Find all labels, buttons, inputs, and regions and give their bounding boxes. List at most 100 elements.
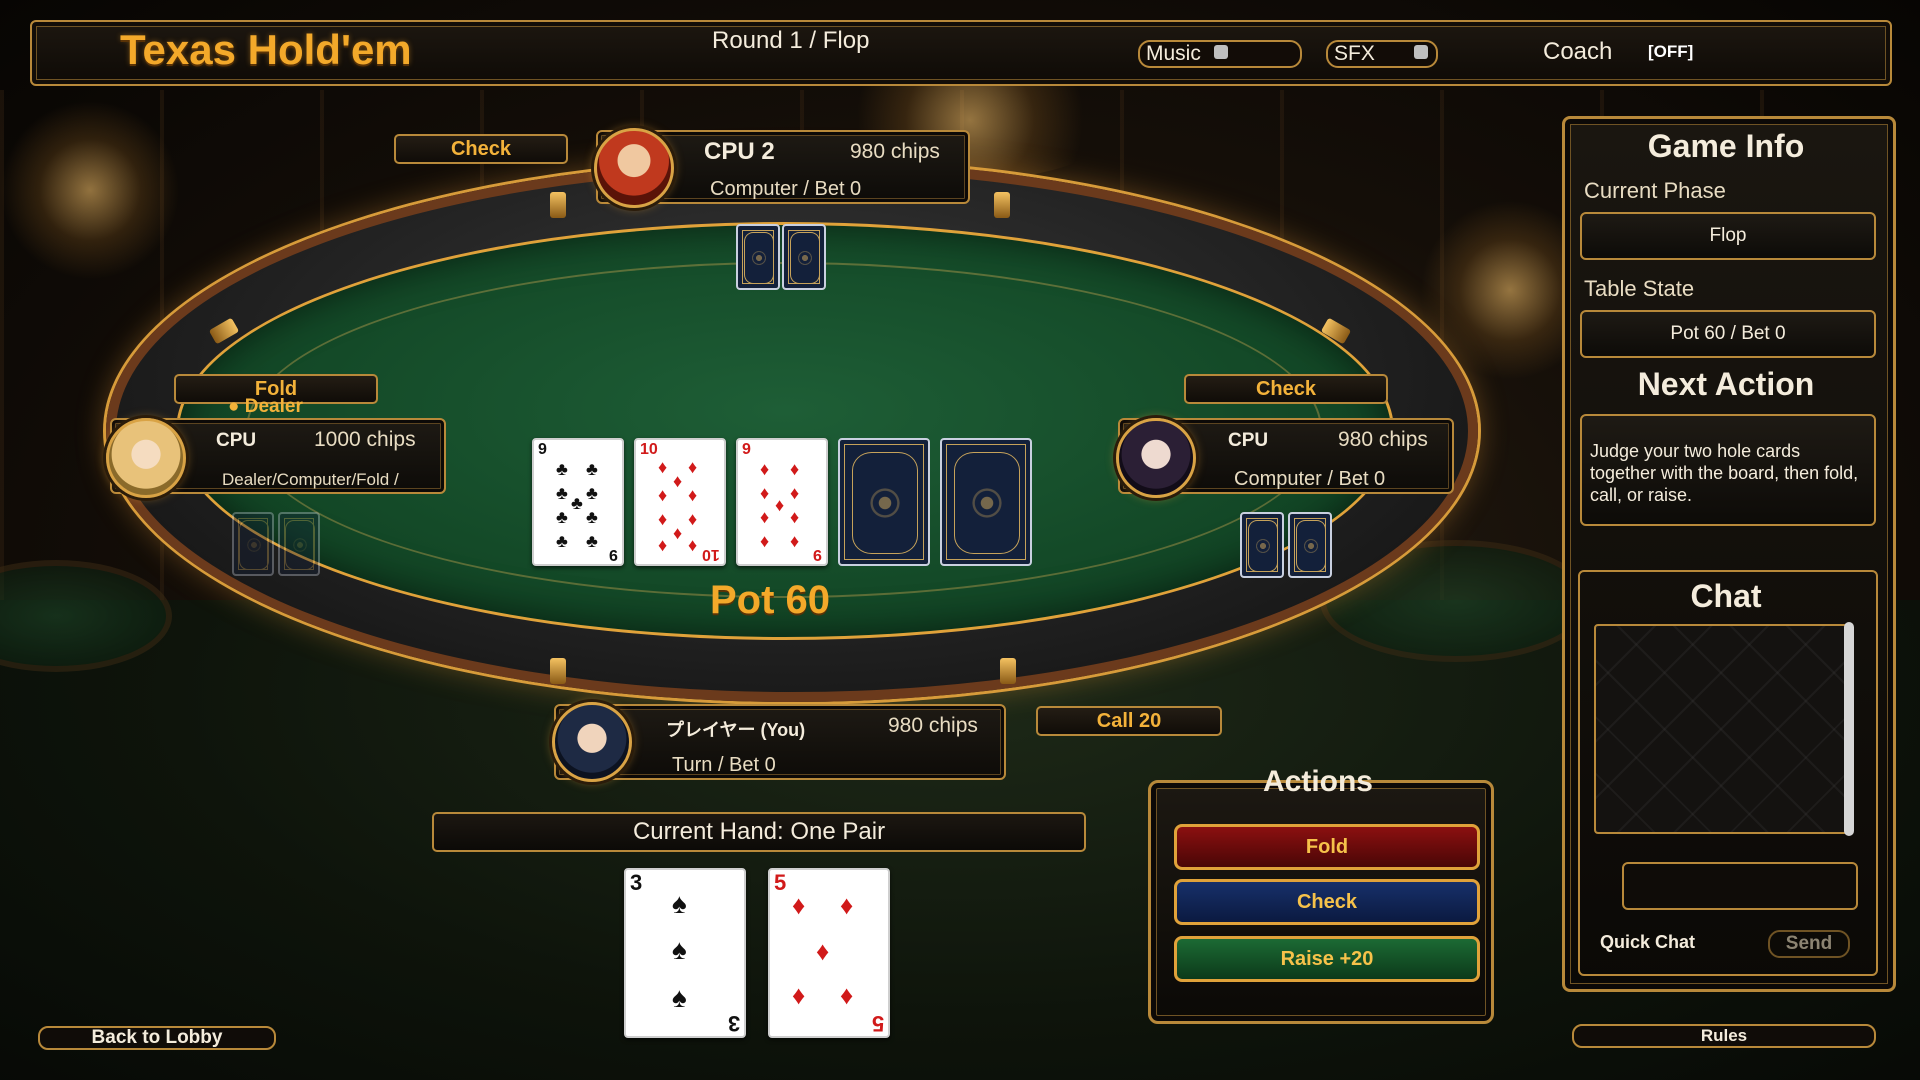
fold-button[interactable]: Fold xyxy=(1174,824,1480,870)
chat-input[interactable] xyxy=(1622,862,1858,910)
cpu2-hole-card xyxy=(782,224,826,290)
diamond-icon: ♦ xyxy=(790,507,800,527)
hole-card-2-rank-bottom: 5 xyxy=(871,1011,884,1036)
cpu-left-avatar xyxy=(106,418,186,498)
board-card-1: 9 9 ♣ ♣ ♣ ♣ ♣ ♣ ♣ ♣ ♣ xyxy=(532,438,624,566)
next-action-text: Judge your two hole cards together with … xyxy=(1590,441,1859,505)
hole-card-2-rank: 5 xyxy=(774,870,787,895)
player-chips: 980 chips xyxy=(888,714,978,737)
club-icon: ♣ xyxy=(556,507,568,527)
board-card-3: 9 9 ♦ ♦ ♦ ♦ ♦ ♦ ♦ ♦ ♦ xyxy=(736,438,828,566)
diamond-icon: ♦ xyxy=(760,531,770,551)
send-button[interactable]: Send xyxy=(1768,930,1850,958)
player-action-label: Call 20 xyxy=(1036,706,1222,736)
diamond-icon: ♦ xyxy=(673,523,683,543)
diamond-icon: ♦ xyxy=(658,509,668,529)
diamond-icon: ♦ xyxy=(760,459,770,479)
rules-button[interactable]: Rules xyxy=(1572,1024,1876,1048)
sfx-toggle[interactable]: SFX xyxy=(1326,40,1438,68)
music-toggle[interactable]: Music xyxy=(1138,40,1302,68)
board-card-2-rank: 10 xyxy=(640,441,658,458)
cpu2-name: CPU 2 xyxy=(704,138,775,165)
game-title: Texas Hold'em xyxy=(120,26,412,73)
current-phase-label: Current Phase xyxy=(1584,178,1726,203)
next-action-title: Next Action xyxy=(1637,366,1815,402)
coach-label: Coach xyxy=(1543,38,1613,65)
diamond-icon: ♦ xyxy=(790,483,800,503)
club-icon: ♣ xyxy=(586,459,598,479)
dealer-badge-label: Dealer xyxy=(244,396,303,417)
table-state-label: Table State xyxy=(1584,276,1695,301)
cpu2-chips: 980 chips xyxy=(850,140,940,163)
chat-log xyxy=(1594,624,1848,834)
coach-toggle[interactable]: [OFF] xyxy=(1648,42,1693,62)
diamond-icon: ♦ xyxy=(790,459,800,479)
board-card-1-rank-bottom: 9 xyxy=(609,546,618,563)
cpu2-status: Computer / Bet 0 xyxy=(710,178,862,200)
wall-lamp-glow-left xyxy=(0,100,180,280)
spade-icon: ♠ xyxy=(672,982,687,1013)
club-icon: ♣ xyxy=(556,483,568,503)
cpu2-hole-card xyxy=(736,224,780,290)
diamond-icon: ♦ xyxy=(775,495,785,515)
rail-stud xyxy=(550,658,566,684)
sfx-toggle-knob[interactable] xyxy=(1414,45,1428,59)
spade-icon: ♠ xyxy=(672,888,687,919)
hole-card-1-rank-bottom: 3 xyxy=(727,1011,740,1036)
club-icon: ♣ xyxy=(586,507,598,527)
rail-stud xyxy=(550,192,566,218)
board-card-4-facedown xyxy=(838,438,930,566)
back-to-lobby-button[interactable]: Back to Lobby xyxy=(38,1026,276,1050)
board-card-2-rank-bottom: 10 xyxy=(702,546,720,563)
hole-card-1-rank: 3 xyxy=(630,870,643,895)
cpu-right-hole-card xyxy=(1240,512,1284,578)
player-avatar xyxy=(552,702,632,782)
music-toggle-knob[interactable] xyxy=(1214,45,1228,59)
game-info-title: Game Info xyxy=(1647,128,1805,164)
dealer-badge: ● Dealer xyxy=(228,396,303,417)
cpu-left-chips: 1000 chips xyxy=(314,428,416,451)
board-card-5-facedown xyxy=(940,438,1032,566)
diamond-icon: ♦ xyxy=(658,457,668,477)
diamond-icon: ♦ xyxy=(816,936,830,966)
diamond-icon: ♦ xyxy=(760,483,770,503)
club-icon: ♣ xyxy=(586,531,598,551)
board-card-2: 10 10 ♦ ♦ ♦ ♦ ♦ ♦ ♦ ♦ ♦ ♦ xyxy=(634,438,726,566)
hole-card-2: 5 5 ♦ ♦ ♦ ♦ ♦ xyxy=(768,868,890,1038)
chat-scrollbar[interactable] xyxy=(1844,622,1854,836)
pot-display: Pot 60 xyxy=(710,578,831,622)
diamond-icon: ♦ xyxy=(840,980,854,1010)
round-indicator: Round 1 / Flop xyxy=(712,27,870,54)
diamond-icon: ♦ xyxy=(688,535,698,555)
cpu-left-name: CPU xyxy=(216,430,257,451)
club-icon: ♣ xyxy=(571,493,583,513)
diamond-icon: ♦ xyxy=(688,509,698,529)
diamond-icon: ♦ xyxy=(792,980,806,1010)
actions-title: Actions xyxy=(1262,765,1373,798)
club-icon: ♣ xyxy=(556,531,568,551)
raise-button[interactable]: Raise +20 xyxy=(1174,936,1480,982)
diamond-icon: ♦ xyxy=(673,471,683,491)
cpu2-action-label: Check xyxy=(394,134,568,164)
cpu-right-hole-card xyxy=(1288,512,1332,578)
diamond-icon: ♦ xyxy=(840,890,854,920)
cpu-right-avatar xyxy=(1116,418,1196,498)
diamond-icon: ♦ xyxy=(688,485,698,505)
cpu-left-status: Dealer/Computer/Fold / xyxy=(222,470,399,489)
check-button[interactable]: Check xyxy=(1174,879,1480,925)
diamond-icon: ♦ xyxy=(658,485,668,505)
sfx-label: SFX xyxy=(1334,42,1375,65)
cpu-right-chips: 980 chips xyxy=(1338,428,1428,451)
board-card-1-rank: 9 xyxy=(538,441,547,458)
cpu-right-status: Computer / Bet 0 xyxy=(1234,468,1386,490)
diamond-icon: ♦ xyxy=(760,507,770,527)
board-card-3-rank-bottom: 9 xyxy=(813,546,822,563)
next-action-box: Judge your two hole cards together with … xyxy=(1580,414,1876,526)
cpu-left-folded-card xyxy=(278,512,320,576)
club-icon: ♣ xyxy=(556,459,568,479)
cpu-right-name: CPU xyxy=(1228,430,1269,451)
cpu2-avatar xyxy=(594,128,674,208)
chat-title: Chat xyxy=(1690,578,1762,614)
current-phase-value: Flop xyxy=(1580,212,1876,260)
quick-chat-button[interactable]: Quick Chat xyxy=(1600,932,1695,953)
